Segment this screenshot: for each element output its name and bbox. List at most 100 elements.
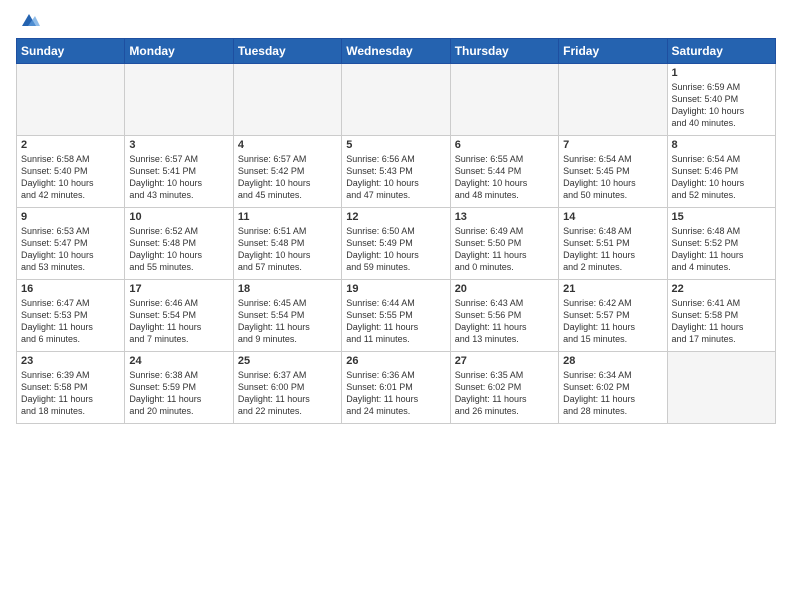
- calendar-week-row: 9Sunrise: 6:53 AM Sunset: 5:47 PM Daylig…: [17, 208, 776, 280]
- calendar: SundayMondayTuesdayWednesdayThursdayFrid…: [16, 38, 776, 424]
- day-detail: Sunrise: 6:42 AM Sunset: 5:57 PM Dayligh…: [563, 297, 662, 346]
- day-detail: Sunrise: 6:57 AM Sunset: 5:42 PM Dayligh…: [238, 153, 337, 202]
- calendar-cell: 28Sunrise: 6:34 AM Sunset: 6:02 PM Dayli…: [559, 352, 667, 424]
- day-detail: Sunrise: 6:41 AM Sunset: 5:58 PM Dayligh…: [672, 297, 771, 346]
- day-number: 21: [563, 283, 662, 295]
- calendar-cell: 15Sunrise: 6:48 AM Sunset: 5:52 PM Dayli…: [667, 208, 775, 280]
- calendar-cell: 21 Sunrise: 6:42 AM Sunset: 5:57 PM Dayli…: [559, 280, 667, 352]
- calendar-week-row: 1 Sunrise: 6:59 AM Sunset: 5:40 PM Daylig…: [17, 64, 776, 136]
- weekday-header: Thursday: [450, 39, 558, 64]
- calendar-cell: 20 Sunrise: 6:43 AM Sunset: 5:56 PM Dayli…: [450, 280, 558, 352]
- day-number: 18: [238, 283, 337, 295]
- day-detail: Sunrise: 6:36 AM Sunset: 6:01 PM Dayligh…: [346, 369, 445, 418]
- day-number: 22: [672, 283, 771, 295]
- calendar-cell: 22 Sunrise: 6:41 AM Sunset: 5:58 PM Dayli…: [667, 280, 775, 352]
- day-detail: Sunrise: 6:47 AM Sunset: 5:53 PM Dayligh…: [21, 297, 120, 346]
- day-number: 20: [455, 283, 554, 295]
- calendar-cell: 16 Sunrise: 6:47 AM Sunset: 5:53 PM Dayli…: [17, 280, 125, 352]
- day-detail: Sunrise: 6:43 AM Sunset: 5:56 PM Dayligh…: [455, 297, 554, 346]
- day-detail: Sunrise: 6:50 AM Sunset: 5:49 PM Dayligh…: [346, 225, 445, 274]
- day-detail: Sunrise: 6:48 AM Sunset: 5:52 PM Dayligh…: [672, 225, 771, 274]
- weekday-header: Wednesday: [342, 39, 450, 64]
- day-number: 27: [455, 355, 554, 367]
- calendar-cell: [342, 64, 450, 136]
- page: SundayMondayTuesdayWednesdayThursdayFrid…: [0, 0, 792, 612]
- day-detail: Sunrise: 6:57 AM Sunset: 5:41 PM Dayligh…: [129, 153, 228, 202]
- day-number: 3: [129, 139, 228, 151]
- day-number: 8: [672, 139, 771, 151]
- calendar-cell: 12 Sunrise: 6:50 AM Sunset: 5:49 PM Dayli…: [342, 208, 450, 280]
- calendar-cell: 5 Sunrise: 6:56 AM Sunset: 5:43 PM Daylig…: [342, 136, 450, 208]
- day-number: 12: [346, 211, 445, 223]
- calendar-cell: [667, 352, 775, 424]
- calendar-cell: 27 Sunrise: 6:35 AM Sunset: 6:02 PM Dayli…: [450, 352, 558, 424]
- calendar-cell: [125, 64, 233, 136]
- weekday-header: Tuesday: [233, 39, 341, 64]
- day-detail: Sunrise: 6:52 AM Sunset: 5:48 PM Dayligh…: [129, 225, 228, 274]
- weekday-header: Sunday: [17, 39, 125, 64]
- calendar-cell: 7 Sunrise: 6:54 AM Sunset: 5:45 PM Daylig…: [559, 136, 667, 208]
- day-detail: Sunrise: 6:59 AM Sunset: 5:40 PM Dayligh…: [672, 81, 771, 130]
- day-number: 28: [563, 355, 662, 367]
- day-detail: Sunrise: 6:44 AM Sunset: 5:55 PM Dayligh…: [346, 297, 445, 346]
- calendar-cell: 3 Sunrise: 6:57 AM Sunset: 5:41 PM Daylig…: [125, 136, 233, 208]
- calendar-week-row: 16 Sunrise: 6:47 AM Sunset: 5:53 PM Dayli…: [17, 280, 776, 352]
- calendar-cell: 1 Sunrise: 6:59 AM Sunset: 5:40 PM Daylig…: [667, 64, 775, 136]
- day-number: 10: [129, 211, 228, 223]
- calendar-cell: 25Sunrise: 6:37 AM Sunset: 6:00 PM Dayli…: [233, 352, 341, 424]
- calendar-cell: 19 Sunrise: 6:44 AM Sunset: 5:55 PM Dayli…: [342, 280, 450, 352]
- day-number: 16: [21, 283, 120, 295]
- day-detail: Sunrise: 6:35 AM Sunset: 6:02 PM Dayligh…: [455, 369, 554, 418]
- logo: [16, 12, 40, 30]
- day-number: 19: [346, 283, 445, 295]
- calendar-cell: 23 Sunrise: 6:39 AM Sunset: 5:58 PM Dayli…: [17, 352, 125, 424]
- calendar-cell: 26Sunrise: 6:36 AM Sunset: 6:01 PM Dayli…: [342, 352, 450, 424]
- day-number: 1: [672, 67, 771, 79]
- day-number: 5: [346, 139, 445, 151]
- calendar-cell: 9Sunrise: 6:53 AM Sunset: 5:47 PM Daylig…: [17, 208, 125, 280]
- calendar-cell: 13 Sunrise: 6:49 AM Sunset: 5:50 PM Dayli…: [450, 208, 558, 280]
- calendar-cell: 8 Sunrise: 6:54 AM Sunset: 5:46 PM Daylig…: [667, 136, 775, 208]
- day-detail: Sunrise: 6:54 AM Sunset: 5:45 PM Dayligh…: [563, 153, 662, 202]
- calendar-cell: 10 Sunrise: 6:52 AM Sunset: 5:48 PM Dayli…: [125, 208, 233, 280]
- day-detail: Sunrise: 6:58 AM Sunset: 5:40 PM Dayligh…: [21, 153, 120, 202]
- calendar-week-row: 2Sunrise: 6:58 AM Sunset: 5:40 PM Daylig…: [17, 136, 776, 208]
- day-number: 24: [129, 355, 228, 367]
- weekday-header: Saturday: [667, 39, 775, 64]
- weekday-header: Friday: [559, 39, 667, 64]
- day-detail: Sunrise: 6:38 AM Sunset: 5:59 PM Dayligh…: [129, 369, 228, 418]
- calendar-cell: 6 Sunrise: 6:55 AM Sunset: 5:44 PM Daylig…: [450, 136, 558, 208]
- calendar-cell: 14 Sunrise: 6:48 AM Sunset: 5:51 PM Dayli…: [559, 208, 667, 280]
- day-number: 6: [455, 139, 554, 151]
- day-detail: Sunrise: 6:39 AM Sunset: 5:58 PM Dayligh…: [21, 369, 120, 418]
- day-number: 13: [455, 211, 554, 223]
- calendar-cell: 24 Sunrise: 6:38 AM Sunset: 5:59 PM Dayli…: [125, 352, 233, 424]
- calendar-header-row: SundayMondayTuesdayWednesdayThursdayFrid…: [17, 39, 776, 64]
- day-number: 23: [21, 355, 120, 367]
- day-number: 11: [238, 211, 337, 223]
- day-detail: Sunrise: 6:49 AM Sunset: 5:50 PM Dayligh…: [455, 225, 554, 274]
- day-number: 25: [238, 355, 337, 367]
- calendar-cell: [450, 64, 558, 136]
- calendar-cell: 2Sunrise: 6:58 AM Sunset: 5:40 PM Daylig…: [17, 136, 125, 208]
- calendar-cell: 17 Sunrise: 6:46 AM Sunset: 5:54 PM Dayli…: [125, 280, 233, 352]
- calendar-week-row: 23 Sunrise: 6:39 AM Sunset: 5:58 PM Dayli…: [17, 352, 776, 424]
- day-detail: Sunrise: 6:45 AM Sunset: 5:54 PM Dayligh…: [238, 297, 337, 346]
- day-detail: Sunrise: 6:51 AM Sunset: 5:48 PM Dayligh…: [238, 225, 337, 274]
- calendar-cell: [17, 64, 125, 136]
- day-number: 7: [563, 139, 662, 151]
- day-detail: Sunrise: 6:48 AM Sunset: 5:51 PM Dayligh…: [563, 225, 662, 274]
- day-detail: Sunrise: 6:54 AM Sunset: 5:46 PM Dayligh…: [672, 153, 771, 202]
- calendar-cell: [559, 64, 667, 136]
- day-number: 9: [21, 211, 120, 223]
- day-number: 4: [238, 139, 337, 151]
- day-detail: Sunrise: 6:46 AM Sunset: 5:54 PM Dayligh…: [129, 297, 228, 346]
- calendar-cell: 4 Sunrise: 6:57 AM Sunset: 5:42 PM Daylig…: [233, 136, 341, 208]
- day-number: 14: [563, 211, 662, 223]
- logo-icon: [18, 12, 40, 30]
- calendar-cell: [233, 64, 341, 136]
- day-number: 17: [129, 283, 228, 295]
- day-detail: Sunrise: 6:56 AM Sunset: 5:43 PM Dayligh…: [346, 153, 445, 202]
- header: [16, 12, 776, 30]
- day-detail: Sunrise: 6:55 AM Sunset: 5:44 PM Dayligh…: [455, 153, 554, 202]
